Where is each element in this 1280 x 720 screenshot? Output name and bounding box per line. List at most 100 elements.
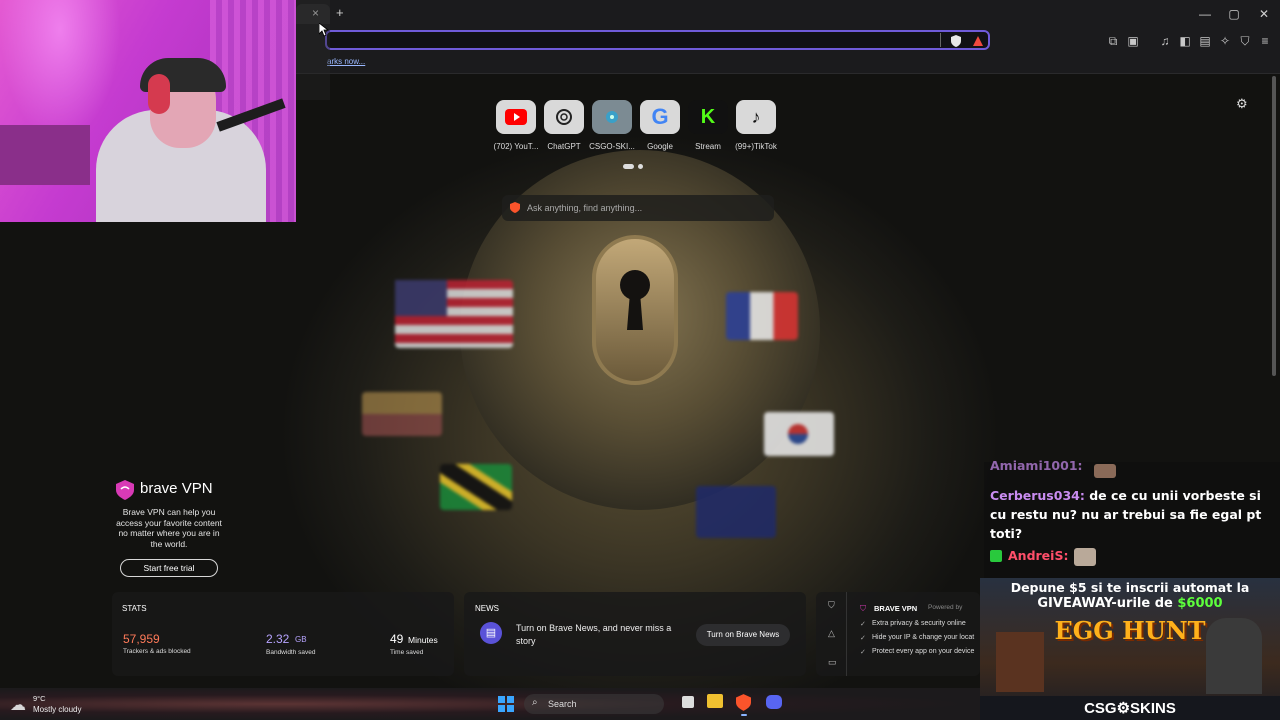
windows-start-icon[interactable] [498, 696, 514, 712]
menu-icon[interactable]: ≡ [1258, 34, 1272, 48]
promo-amount: $6000 [1177, 596, 1223, 611]
bandwidth-unit: GB [295, 635, 307, 644]
search-input[interactable]: Ask anything, find anything... [502, 195, 774, 221]
top-site-youtube[interactable] [496, 100, 536, 134]
chat-username: Amiami1001: [990, 458, 1083, 473]
time-saved-value: 49 [390, 632, 404, 646]
csgo-skins-icon [606, 111, 618, 123]
chat-badge-icon [990, 550, 1002, 562]
trackers-blocked-label: Trackers & ads blocked [123, 648, 191, 655]
bandwidth-saved-value: 2.32 [266, 632, 290, 646]
extensions-icon[interactable]: ⧉ [1106, 34, 1120, 48]
file-explorer-icon[interactable] [707, 694, 723, 708]
check-icon: ✓ [860, 621, 866, 628]
vpn-widget-divider [846, 592, 847, 676]
bandwidth-saved-label: Bandwidth saved [266, 649, 316, 656]
stats-heading: STATS [122, 604, 147, 613]
running-indicator [741, 714, 747, 716]
promo-line-2: GIVEAWAY-urile de [1037, 596, 1178, 611]
tab-hover-strip [296, 0, 330, 100]
brave-shields-icon[interactable] [950, 35, 962, 47]
taskbar-search-box[interactable]: ⌕ Search [524, 694, 664, 714]
us-flag-image [395, 280, 513, 348]
vpn-widget-shield-icon[interactable]: ⛉ [828, 600, 835, 611]
news-icon: ▤ [480, 622, 502, 644]
promo-brand: CSG⚙SKINS [1084, 700, 1176, 717]
task-view-icon[interactable] [682, 696, 694, 708]
brave-logo-icon [510, 202, 520, 213]
sponsor-banner: Depune $5 si te inscrii automat la GIVEA… [980, 578, 1280, 720]
promo-line-1: Depune $5 si te inscrii automat la [1010, 580, 1250, 595]
weather-cloud-icon[interactable]: ☁ [10, 695, 26, 715]
chat-username: AndreiS: [1008, 548, 1069, 563]
trackers-blocked-value: 57,959 [123, 632, 160, 646]
blurred-flag-image [362, 392, 442, 436]
taskbar-wallpaper [0, 688, 980, 720]
chatgpt-icon [556, 109, 572, 125]
tiktok-icon: ♪ [751, 106, 761, 127]
vpn-card-description: Brave VPN can help you access your favor… [116, 507, 222, 549]
taskbar-search-label: Search [548, 699, 577, 709]
vpn-widget-title: BRAVE VPN [874, 604, 918, 613]
top-site-tiktok[interactable]: ♪ [736, 100, 776, 134]
korea-flag-image [764, 412, 834, 456]
top-site-label: (99+)TikTok [735, 142, 777, 151]
sidebar-icon[interactable]: ◧ [1178, 34, 1192, 48]
import-bookmarks-link[interactable]: arks now... [327, 57, 365, 66]
page-indicator-active[interactable] [623, 164, 634, 169]
media-icon[interactable]: ♫ [1158, 34, 1172, 48]
desk-image [0, 125, 90, 185]
minimize-button[interactable]: — [1190, 4, 1220, 24]
france-flag-image [726, 292, 798, 340]
news-text: Turn on Brave News, and never miss a sto… [516, 623, 672, 646]
page-indicator[interactable] [638, 164, 643, 169]
vpn-feature-item: Hide your IP & change your locat [872, 634, 975, 641]
brave-browser-icon[interactable] [736, 694, 751, 711]
vpn-widget-powered-by: Powered by [928, 604, 963, 611]
turn-on-brave-news-button[interactable]: Turn on Brave News [696, 624, 790, 646]
weather-description[interactable]: Mostly cloudy [33, 705, 81, 714]
address-divider [940, 33, 941, 47]
wallet-icon[interactable]: ▤ [1198, 34, 1212, 48]
vpn-feature-item: Protect every app on your device [872, 648, 975, 655]
vpn-icon[interactable]: ⛉ [1238, 34, 1252, 48]
close-window-button[interactable]: ✕ [1249, 4, 1279, 24]
vpn-feature-item: Extra privacy & security online [872, 620, 966, 627]
search-placeholder: Ask anything, find anything... [527, 203, 643, 213]
webcam-overlay [0, 0, 296, 222]
page-scrollbar[interactable] [1272, 76, 1276, 376]
gear-icon[interactable]: ⚙ [1236, 96, 1248, 112]
tab-search-icon[interactable]: ▣ [1126, 34, 1140, 48]
top-site-chatgpt[interactable] [544, 100, 584, 134]
address-bar[interactable] [325, 30, 990, 50]
stream-chat-overlay: Amiami1001: Cerberus034: de ce cu unii v… [984, 458, 1280, 580]
time-saved-label: Time saved [390, 649, 424, 656]
jamaica-flag-image [440, 464, 512, 510]
brave-rewards-icon[interactable] [972, 35, 984, 47]
chat-emote-image [1074, 548, 1096, 566]
chat-message: Cerberus034: de ce cu unii vorbeste si c… [990, 486, 1272, 543]
chat-username: Cerberus034: [990, 488, 1085, 503]
vpn-widget-screen-icon[interactable]: ▭ [828, 657, 837, 668]
weather-temperature[interactable]: 9°C [33, 694, 46, 703]
vpn-card-title: brave VPN [140, 480, 213, 497]
top-site-google[interactable]: G [640, 100, 680, 134]
search-icon: ⌕ [532, 697, 538, 708]
discord-icon[interactable] [766, 695, 782, 709]
brave-vpn-logo-icon [116, 480, 134, 500]
vpn-widget-logo-icon: ⛉ [860, 604, 866, 613]
mouse-cursor-icon [319, 23, 329, 37]
promo-event-title: EGG HUNT [1054, 616, 1206, 645]
maximize-button[interactable]: ▢ [1219, 4, 1249, 24]
kick-icon: K [700, 105, 716, 128]
time-unit: Minutes [408, 635, 438, 645]
vpn-widget-warning-icon[interactable]: △ [828, 628, 835, 639]
top-site-stream[interactable]: K [688, 100, 728, 134]
google-icon: G [651, 104, 669, 129]
leo-ai-icon[interactable]: ✧ [1218, 34, 1232, 48]
australia-flag-image [696, 486, 776, 538]
start-free-trial-button[interactable]: Start free trial [120, 559, 218, 577]
new-tab-button[interactable]: + [336, 5, 344, 20]
chat-emote-image [1094, 464, 1116, 478]
top-site-csgo-skins[interactable] [592, 100, 632, 134]
